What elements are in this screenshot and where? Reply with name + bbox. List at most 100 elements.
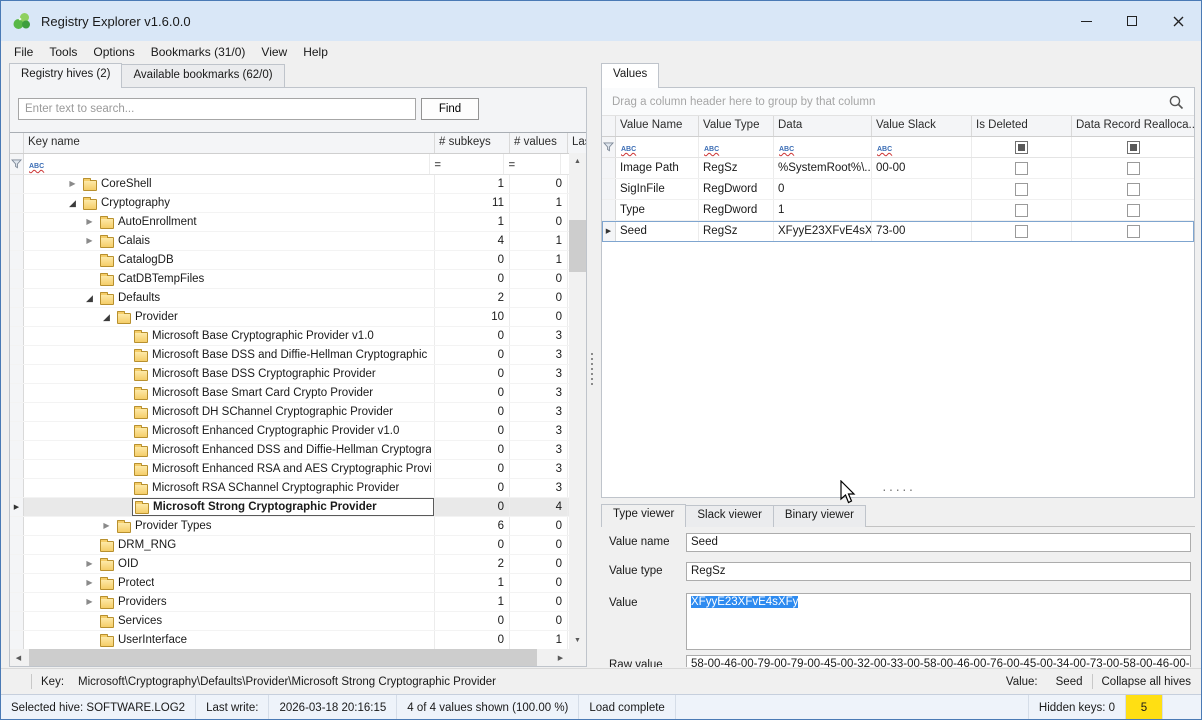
expand-icon[interactable]: ▶ bbox=[81, 574, 98, 592]
col-value-name[interactable]: Value Name bbox=[616, 116, 699, 136]
collapse-icon[interactable]: ◢ bbox=[64, 194, 81, 212]
tree-row[interactable]: ◢Provider100 bbox=[10, 308, 571, 327]
checkbox-unchecked[interactable] bbox=[1015, 162, 1028, 175]
search-input[interactable] bbox=[18, 98, 416, 120]
minimize-button[interactable] bbox=[1063, 1, 1109, 41]
tree-row[interactable]: CatalogDB01 bbox=[10, 251, 571, 270]
scrollbar-track[interactable] bbox=[569, 170, 586, 632]
tab-binary-viewer[interactable]: Binary viewer bbox=[773, 505, 866, 527]
tree-row[interactable]: CatDBTempFiles00 bbox=[10, 270, 571, 289]
checkbox-unchecked[interactable] bbox=[1127, 204, 1140, 217]
scrollbar-track[interactable] bbox=[27, 649, 552, 666]
filter-data[interactable] bbox=[774, 137, 872, 157]
value-type-field[interactable]: RegSz bbox=[686, 562, 1191, 581]
group-by-panel[interactable]: Drag a column header here to group by th… bbox=[602, 88, 1194, 116]
checkbox-indeterminate[interactable] bbox=[1015, 141, 1028, 154]
filter-data-record-reallocated[interactable] bbox=[1072, 137, 1194, 157]
col-last-write[interactable]: Las bbox=[568, 133, 586, 153]
value-name-field[interactable]: Seed bbox=[686, 533, 1191, 552]
col-data[interactable]: Data bbox=[774, 116, 872, 136]
filter-key-name[interactable] bbox=[24, 154, 430, 174]
tab-type-viewer[interactable]: Type viewer bbox=[601, 504, 686, 527]
col-is-deleted[interactable]: Is Deleted bbox=[972, 116, 1072, 136]
raw-value-field[interactable]: 58-00-46-00-79-00-79-00-45-00-32-00-33-0… bbox=[686, 655, 1191, 667]
tree-row[interactable]: ▶AutoEnrollment10 bbox=[10, 213, 571, 232]
tree-row[interactable]: Microsoft Base Cryptographic Provider v1… bbox=[10, 327, 571, 346]
expand-icon[interactable]: ▶ bbox=[81, 232, 98, 250]
menu-tools[interactable]: Tools bbox=[41, 43, 85, 61]
tree-row[interactable]: ▶Protect10 bbox=[10, 574, 571, 593]
tree-row[interactable]: UserInterface01 bbox=[10, 631, 571, 650]
tree-row[interactable]: ▶Microsoft Strong Cryptographic Provider… bbox=[10, 498, 571, 517]
tree-row[interactable]: ▶CoreShell10 bbox=[10, 175, 571, 194]
value-row[interactable]: Image PathRegSz%SystemRoot%\...00-00 bbox=[602, 158, 1194, 179]
tab-available-bookmarks[interactable]: Available bookmarks (62/0) bbox=[121, 64, 284, 88]
find-button[interactable]: Find bbox=[421, 98, 479, 120]
expand-icon[interactable]: ▶ bbox=[98, 517, 115, 535]
tree-row[interactable]: Services00 bbox=[10, 612, 571, 631]
filter-is-deleted[interactable] bbox=[972, 137, 1072, 157]
filter-values[interactable] bbox=[504, 154, 561, 174]
scrollbar-thumb[interactable] bbox=[29, 649, 537, 666]
scroll-down-icon[interactable] bbox=[569, 632, 586, 649]
expand-icon[interactable]: ▶ bbox=[64, 175, 81, 193]
tree-row[interactable]: DRM_RNG00 bbox=[10, 536, 571, 555]
value-row[interactable]: SigInFileRegDword0 bbox=[602, 179, 1194, 200]
filter-value-type[interactable] bbox=[699, 137, 774, 157]
menu-help[interactable]: Help bbox=[295, 43, 336, 61]
tree-row[interactable]: ▶Providers10 bbox=[10, 593, 571, 612]
tree-row[interactable]: ▶Calais41 bbox=[10, 232, 571, 251]
tree-row[interactable]: ▶Provider Types60 bbox=[10, 517, 571, 536]
menu-options[interactable]: Options bbox=[85, 43, 142, 61]
checkbox-unchecked[interactable] bbox=[1127, 225, 1140, 238]
menu-view[interactable]: View bbox=[253, 43, 295, 61]
tab-registry-hives[interactable]: Registry hives (2) bbox=[9, 63, 122, 88]
checkbox-unchecked[interactable] bbox=[1015, 225, 1028, 238]
checkbox-unchecked[interactable] bbox=[1127, 162, 1140, 175]
checkbox-unchecked[interactable] bbox=[1015, 183, 1028, 196]
expand-icon[interactable]: ▶ bbox=[81, 555, 98, 573]
scroll-left-icon[interactable] bbox=[10, 649, 27, 666]
menu-file[interactable]: File bbox=[6, 43, 41, 61]
tree-row[interactable]: Microsoft Base Smart Card Crypto Provide… bbox=[10, 384, 571, 403]
close-button[interactable] bbox=[1155, 1, 1201, 41]
tree-horizontal-scrollbar[interactable] bbox=[10, 649, 569, 666]
tree-row[interactable]: Microsoft Enhanced DSS and Diffie-Hellma… bbox=[10, 441, 571, 460]
filter-value-slack[interactable] bbox=[872, 137, 972, 157]
collapse-all-hives-button[interactable]: Collapse all hives bbox=[1102, 676, 1192, 688]
tree-row[interactable]: Microsoft Base DSS and Diffie-Hellman Cr… bbox=[10, 346, 571, 365]
tree-row[interactable]: ▶OID20 bbox=[10, 555, 571, 574]
col-value-type[interactable]: Value Type bbox=[699, 116, 774, 136]
title-bar[interactable]: Registry Explorer v1.6.0.0 bbox=[1, 1, 1201, 41]
collapse-icon[interactable]: ◢ bbox=[81, 289, 98, 307]
tree-vertical-scrollbar[interactable] bbox=[569, 153, 586, 649]
col-data-record-reallocated[interactable]: Data Record Realloca... bbox=[1072, 116, 1194, 136]
value-field[interactable]: XFyyE23XFvE4sXFy bbox=[686, 593, 1191, 650]
checkbox-indeterminate[interactable] bbox=[1127, 141, 1140, 154]
checkbox-unchecked[interactable] bbox=[1015, 204, 1028, 217]
vertical-splitter-handle[interactable] bbox=[591, 353, 593, 385]
scroll-up-icon[interactable] bbox=[569, 153, 586, 170]
value-row[interactable]: TypeRegDword1 bbox=[602, 200, 1194, 221]
expand-icon[interactable]: ▶ bbox=[81, 213, 98, 231]
tab-values[interactable]: Values bbox=[601, 63, 659, 88]
checkbox-unchecked[interactable] bbox=[1127, 183, 1140, 196]
expand-icon[interactable]: ▶ bbox=[81, 593, 98, 611]
tab-slack-viewer[interactable]: Slack viewer bbox=[685, 505, 774, 527]
tree-row[interactable]: Microsoft Enhanced Cryptographic Provide… bbox=[10, 422, 571, 441]
tree-row[interactable]: ◢Cryptography111 bbox=[10, 194, 571, 213]
search-icon[interactable] bbox=[1168, 94, 1184, 110]
col-values[interactable]: # values bbox=[510, 133, 568, 153]
col-subkeys[interactable]: # subkeys bbox=[435, 133, 510, 153]
value-row[interactable]: ▶SeedRegSzXFyyE23XFvE4sXFy73-00 bbox=[602, 221, 1194, 242]
tree-row[interactable]: Microsoft Base DSS Cryptographic Provide… bbox=[10, 365, 571, 384]
filter-subkeys[interactable] bbox=[430, 154, 504, 174]
horizontal-splitter-handle[interactable] bbox=[882, 484, 915, 494]
col-value-slack[interactable]: Value Slack bbox=[872, 116, 972, 136]
col-key-name[interactable]: Key name bbox=[24, 133, 435, 153]
scrollbar-thumb[interactable] bbox=[569, 220, 586, 272]
tree-row[interactable]: Microsoft RSA SChannel Cryptographic Pro… bbox=[10, 479, 571, 498]
tree-row[interactable]: Microsoft DH SChannel Cryptographic Prov… bbox=[10, 403, 571, 422]
scroll-right-icon[interactable] bbox=[552, 649, 569, 666]
tree-row[interactable]: ◢Defaults20 bbox=[10, 289, 571, 308]
